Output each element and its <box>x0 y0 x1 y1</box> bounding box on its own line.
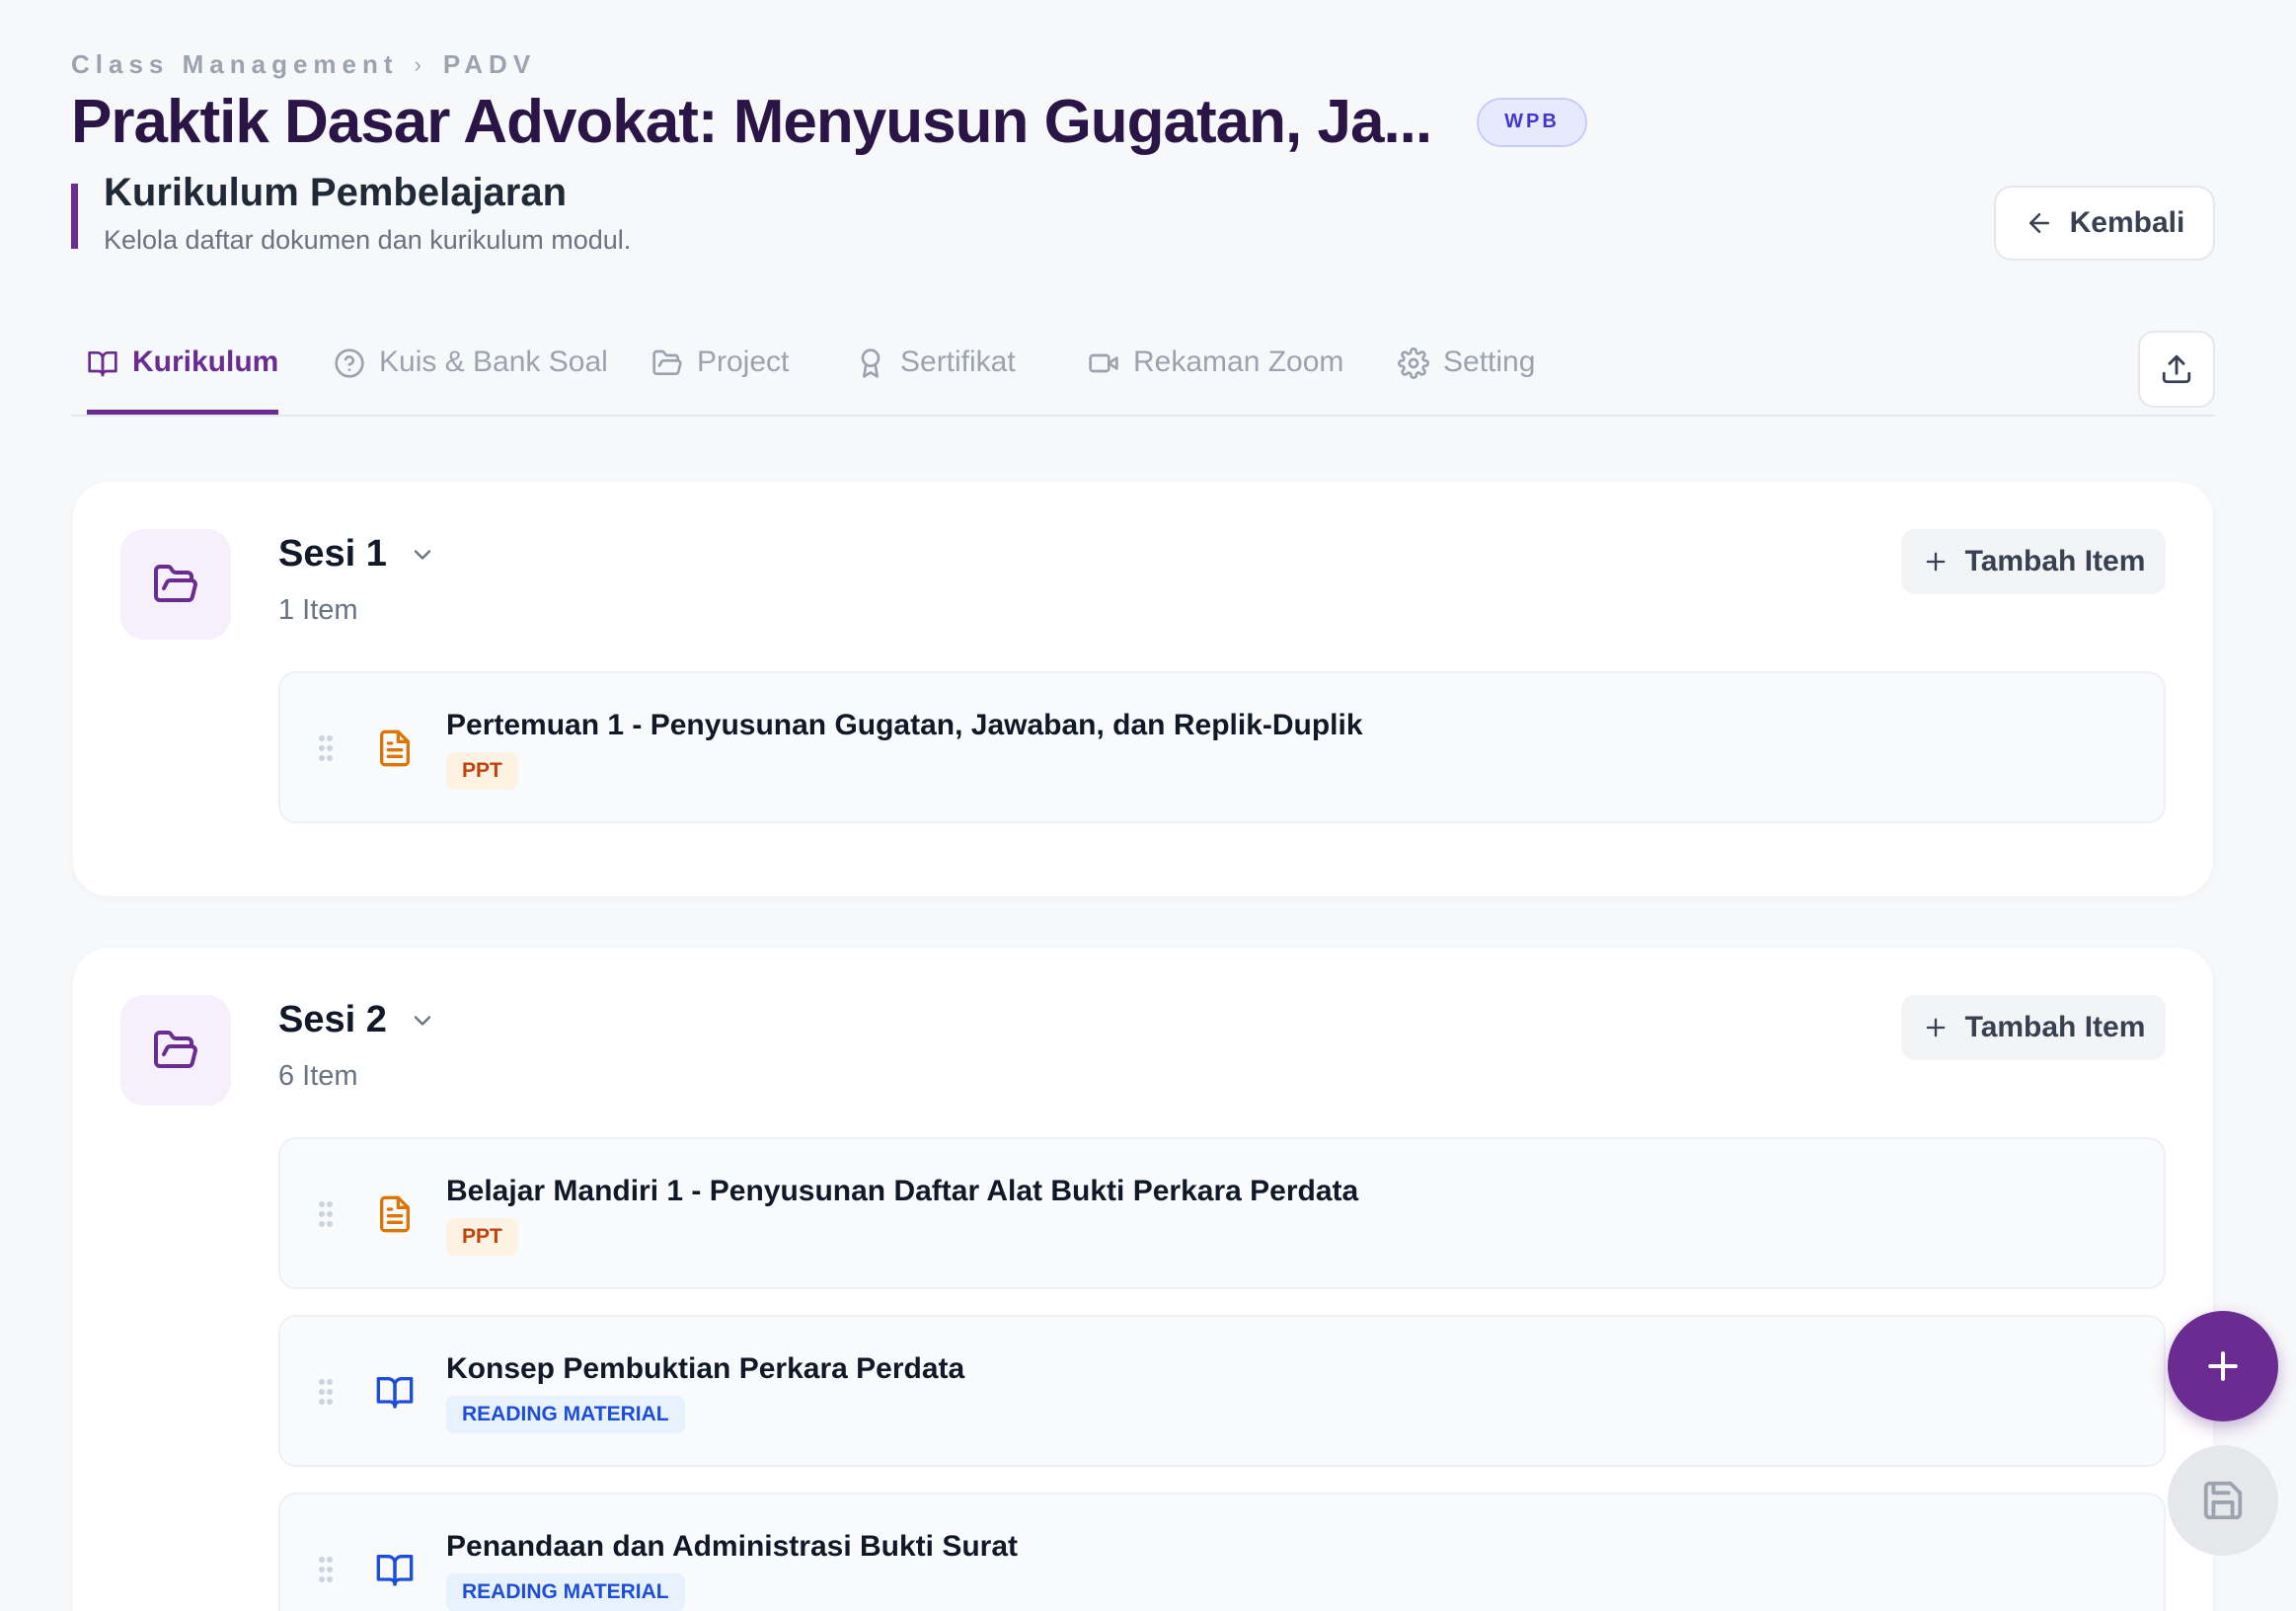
folder-icon <box>652 349 682 375</box>
tab-label: Rekaman Zoom <box>1133 345 1344 378</box>
tab-label: Project <box>697 345 790 378</box>
section-heading: Kurikulum Pembelajaran Kelola daftar dok… <box>71 172 631 255</box>
back-button[interactable]: Kembali <box>1994 186 2215 261</box>
breadcrumb-root[interactable]: Class Management <box>71 49 399 80</box>
tab-kuis-bank-soal[interactable]: Kuis & Bank Soal <box>334 345 608 415</box>
item-type-badge: READING MATERIAL <box>446 1573 685 1611</box>
tab-label: Setting <box>1443 345 1536 378</box>
session-item-count: 1 Item <box>278 594 358 626</box>
tab-label: Kurikulum <box>132 345 279 378</box>
plus-icon <box>2208 1351 2238 1381</box>
breadcrumb-separator: › <box>414 51 421 77</box>
breadcrumb-current: PADV <box>442 49 537 79</box>
add-item-button[interactable]: Tambah Item <box>1901 995 2166 1060</box>
folder-open-icon <box>154 1031 197 1068</box>
item-title: Penandaan dan Administrasi Bukti Surat <box>446 1530 1019 1563</box>
drag-handle-icon[interactable] <box>318 1200 334 1228</box>
document-icon <box>380 729 410 767</box>
page-title: Praktik Dasar Advokat: Menyusun Gugatan,… <box>71 88 1432 156</box>
add-item-label: Tambah Item <box>1964 1011 2146 1043</box>
tab-bar: Kurikulum Kuis & Bank Soal Project Serti… <box>71 326 2215 417</box>
export-button[interactable] <box>2138 331 2215 408</box>
video-icon <box>1089 353 1118 373</box>
plus-icon <box>1926 1018 1945 1037</box>
item-type-badge: READING MATERIAL <box>446 1396 685 1433</box>
item-title: Pertemuan 1 - Penyusunan Gugatan, Jawaba… <box>446 709 1363 741</box>
item-title: Belajar Mandiri 1 - Penyusunan Daftar Al… <box>446 1175 1359 1207</box>
tab-project[interactable]: Project <box>651 345 789 415</box>
session-card: Sesi 1 1 Item Tambah Item Pertemuan 1 - … <box>73 482 2213 896</box>
section-title: Kurikulum Pembelajaran <box>104 171 568 214</box>
chevron-down-icon[interactable] <box>409 1007 436 1035</box>
tab-kurikulum[interactable]: Kurikulum <box>87 345 279 415</box>
drag-handle-icon[interactable] <box>318 1378 334 1406</box>
session-title-text: Sesi 1 <box>278 533 387 575</box>
item-title: Konsep Pembuktian Perkara Perdata <box>446 1352 965 1385</box>
breadcrumb: Class Management › PADV <box>71 49 536 80</box>
tab-sertifikat[interactable]: Sertifikat <box>855 345 1016 415</box>
book-open-icon <box>376 1555 414 1586</box>
add-item-button[interactable]: Tambah Item <box>1901 529 2166 594</box>
tab-label: Kuis & Bank Soal <box>379 345 608 378</box>
chevron-down-icon[interactable] <box>409 541 436 569</box>
curriculum-item[interactable]: Belajar Mandiri 1 - Penyusunan Daftar Al… <box>278 1137 2166 1289</box>
session-folder <box>120 529 231 640</box>
session-title-text: Sesi 2 <box>278 999 387 1040</box>
drag-handle-icon[interactable] <box>318 734 334 762</box>
gear-icon <box>1398 347 1429 379</box>
item-type-badge: PPT <box>446 752 518 790</box>
book-open-icon <box>88 351 117 377</box>
drag-handle-icon[interactable] <box>318 1556 334 1583</box>
curriculum-item[interactable]: Pertemuan 1 - Penyusunan Gugatan, Jawaba… <box>278 671 2166 823</box>
plus-icon <box>1926 552 1945 572</box>
save-fab-button[interactable] <box>2168 1445 2278 1556</box>
help-circle-icon <box>335 348 364 378</box>
add-item-label: Tambah Item <box>1964 545 2146 577</box>
curriculum-item[interactable]: Penandaan dan Administrasi Bukti Surat R… <box>278 1493 2166 1611</box>
session-item-count: 6 Item <box>278 1060 358 1092</box>
document-icon <box>380 1195 410 1233</box>
section-subtitle: Kelola daftar dokumen dan kurikulum modu… <box>104 225 632 255</box>
tab-rekaman-zoom[interactable]: Rekaman Zoom <box>1088 345 1343 415</box>
session-folder <box>120 995 231 1106</box>
title-row: Praktik Dasar Advokat: Menyusun Gugatan,… <box>71 87 1587 157</box>
arrow-left-icon <box>2028 213 2049 233</box>
upload-icon <box>2162 354 2191 384</box>
tab-label: Sertifikat <box>900 345 1016 378</box>
session-card: Sesi 2 6 Item Tambah Item Belajar Mandir… <box>73 948 2213 1611</box>
item-type-badge: PPT <box>446 1218 518 1256</box>
award-icon <box>861 348 880 378</box>
page: Class Management › PADV Praktik Dasar Ad… <box>71 0 2215 1611</box>
tab-setting[interactable]: Setting <box>1398 345 1535 415</box>
curriculum-item[interactable]: Konsep Pembuktian Perkara Perdata READIN… <box>278 1315 2166 1467</box>
add-fab-button[interactable] <box>2168 1311 2278 1421</box>
book-open-icon <box>376 1377 414 1409</box>
session-title[interactable]: Sesi 2 <box>278 999 436 1041</box>
class-badge: WPB <box>1477 97 1587 147</box>
session-title[interactable]: Sesi 1 <box>278 533 436 575</box>
back-button-label: Kembali <box>2069 206 2185 239</box>
save-icon <box>2203 1481 2243 1520</box>
folder-open-icon <box>154 565 197 602</box>
